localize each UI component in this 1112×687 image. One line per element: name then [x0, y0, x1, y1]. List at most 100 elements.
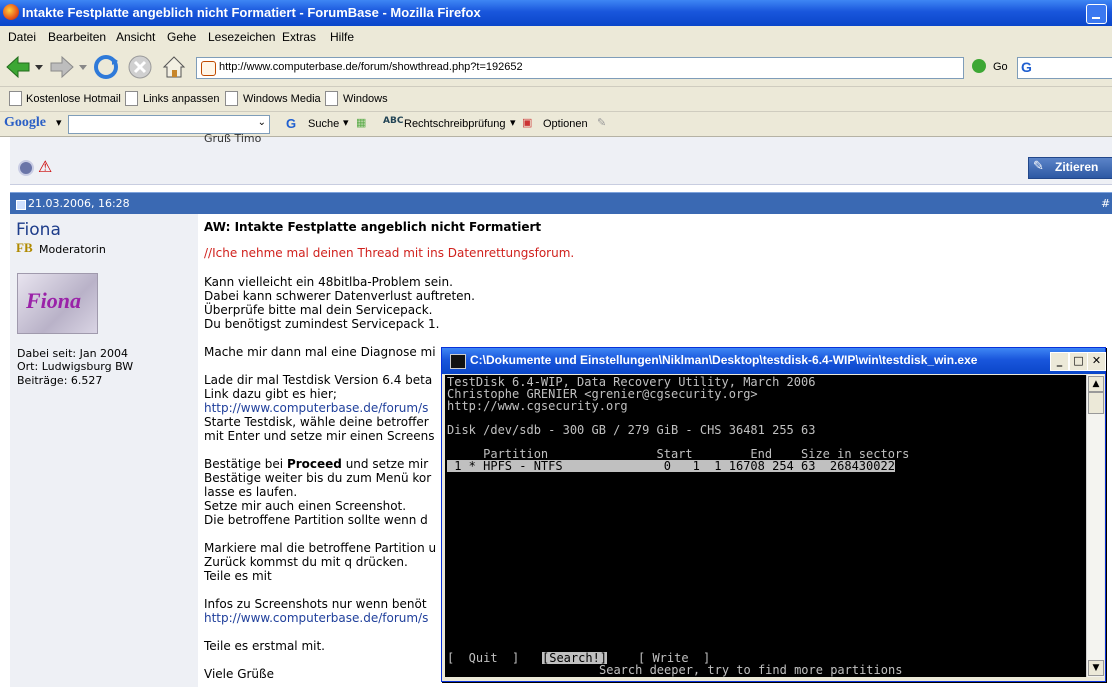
menu-lesezeichen[interactable]: Lesezeichen: [208, 30, 275, 44]
proceed-emphasis: Proceed: [286, 457, 342, 471]
address-bar[interactable]: http://www.computerbase.de/forum/showthr…: [196, 57, 964, 79]
post-line: Zurück kommst du mit q drücken.: [204, 555, 408, 569]
quote-button[interactable]: ✎ Zitieren: [1028, 157, 1112, 179]
menu-extras[interactable]: Extras: [282, 30, 316, 44]
menu-bar: Datei Bearbeiten Ansicht Gehe Lesezeiche…: [0, 26, 1112, 48]
post-line: Link dazu gibt es hier;: [204, 387, 337, 401]
highlighter-icon[interactable]: ✎: [597, 116, 606, 129]
scroll-thumb[interactable]: [1088, 392, 1104, 414]
post-link[interactable]: http://www.computerbase.de/forum/s: [204, 401, 428, 415]
post-line: Bestätige bei Proceed und setze mir: [204, 457, 429, 471]
console-screen[interactable]: TestDisk 6.4-WIP, Data Recovery Utility,…: [445, 375, 1086, 677]
search-menu-option[interactable]: [Search!]: [542, 652, 608, 664]
address-text[interactable]: http://www.computerbase.de/forum/showthr…: [219, 61, 523, 73]
bookmark-page-icon: [125, 91, 138, 106]
minimize-button[interactable]: [1086, 4, 1107, 24]
menu-hint: Search deeper, try to find more partitio…: [599, 663, 903, 677]
spellcheck-dropdown-icon[interactable]: ▾: [510, 116, 516, 129]
bookmark-hotmail[interactable]: Kostenlose Hotmail: [26, 93, 121, 105]
quit-menu-option[interactable]: [ Quit ]: [447, 652, 519, 664]
post-line: Teile es mit: [204, 569, 272, 583]
post-title: AW: Intakte Festplatte angeblich nicht F…: [204, 220, 542, 234]
bookmark-windows[interactable]: Windows: [343, 93, 388, 105]
back-arrow-icon[interactable]: [4, 53, 32, 81]
google-logo[interactable]: Google: [4, 115, 46, 131]
menu-datei[interactable]: Datei: [8, 30, 36, 44]
menu-gehe[interactable]: Gehe: [167, 30, 196, 44]
back-dropdown-icon[interactable]: [35, 63, 43, 71]
reload-icon[interactable]: [92, 53, 120, 81]
spellcheck-icon[interactable]: ABC: [383, 116, 403, 126]
quote-button-label: Zitieren: [1055, 160, 1099, 174]
avatar-text: Fiona: [26, 288, 82, 313]
console-minimize-button[interactable]: _: [1050, 352, 1069, 371]
go-arrow-icon[interactable]: [972, 59, 986, 73]
window-title: Intakte Festplatte angeblich nicht Forma…: [22, 5, 481, 20]
console-close-button[interactable]: ✕: [1087, 352, 1106, 371]
go-button[interactable]: Go: [993, 61, 1008, 73]
navigation-toolbar: http://www.computerbase.de/forum/showthr…: [0, 48, 1112, 87]
scroll-up-arrow-icon[interactable]: ▲: [1088, 376, 1104, 392]
bookmark-page-icon: [325, 91, 338, 106]
google-menu-arrow-icon[interactable]: ▾: [56, 116, 62, 129]
scroll-down-arrow-icon[interactable]: ▼: [1088, 660, 1104, 676]
home-icon[interactable]: [160, 53, 188, 81]
search-box[interactable]: G: [1017, 57, 1112, 79]
console-title: C:\Dokumente und Einstellungen\Niklman\D…: [470, 353, 978, 367]
user-rank: Moderatorin: [39, 243, 106, 256]
post-icon: [16, 200, 26, 210]
post-line: Mache mir dann mal eine Diagnose mi: [204, 345, 436, 359]
firefox-icon: [3, 4, 19, 20]
quote-icon: ✎: [1033, 159, 1044, 174]
google-search-dropdown-icon[interactable]: ⌄: [258, 117, 266, 128]
stop-icon[interactable]: [126, 53, 154, 81]
menu-bearbeiten[interactable]: Bearbeiten: [48, 30, 106, 44]
news-icon[interactable]: ▦: [356, 116, 366, 129]
bookmark-page-icon: [225, 91, 238, 106]
disk-info: Disk /dev/sdb - 300 GB / 279 GiB - CHS 3…: [447, 423, 816, 437]
spellcheck-button[interactable]: Rechtschreibprüfung: [404, 118, 506, 130]
post-line: Du benötigst zumindest Servicepack 1.: [204, 317, 440, 331]
menu-ansicht[interactable]: Ansicht: [116, 30, 155, 44]
bookmark-windows-media[interactable]: Windows Media: [243, 93, 321, 105]
member-since: Dabei seit: Jan 2004: [17, 347, 129, 360]
google-search-icon: G: [1021, 59, 1032, 75]
post-line: lasse es laufen.: [204, 485, 298, 499]
post-line: Bestätige weiter bis du zum Menü kor: [204, 471, 432, 485]
search-dropdown-icon[interactable]: ▾: [343, 116, 349, 129]
post-count: Beiträge: 6.527: [17, 374, 103, 387]
menu-hilfe[interactable]: Hilfe: [330, 30, 354, 44]
post-line: Die betroffene Partition sollte wenn d: [204, 513, 428, 527]
console-line: http://www.cgsecurity.org: [447, 399, 628, 413]
forward-arrow-icon[interactable]: [48, 53, 76, 81]
options-button[interactable]: Optionen: [543, 118, 588, 130]
options-icon[interactable]: ▣: [522, 116, 532, 129]
previous-post-snippet: Gruß Timo: [204, 132, 262, 145]
google-search-icon[interactable]: G: [286, 116, 296, 131]
avatar: Fiona: [17, 273, 98, 334]
post-number-link[interactable]: #: [1101, 197, 1110, 210]
google-search-button[interactable]: Suche: [308, 118, 339, 130]
console-maximize-button[interactable]: □: [1069, 352, 1088, 371]
moderator-badge-icon: FB: [16, 240, 33, 255]
post-line: Kann vielleicht ein 48bitlba-Problem sei…: [204, 275, 453, 289]
post-line: Dabei kann schwerer Datenverlust auftret…: [204, 289, 475, 303]
console-scrollbar[interactable]: ▲ ▼: [1086, 375, 1104, 677]
bookmark-links-anpassen[interactable]: Links anpassen: [143, 93, 219, 105]
partition-row-selected[interactable]: 1 * HPFS - NTFS 0 1 1 16708 254 63 26843…: [447, 460, 895, 472]
post-line: Teile es erstmal mit.: [204, 639, 325, 653]
post-link[interactable]: http://www.computerbase.de/forum/s: [204, 611, 428, 625]
post-line: Starte Testdisk, wähle deine betroffer: [204, 415, 429, 429]
username-link[interactable]: Fiona: [16, 220, 61, 240]
site-favicon: [201, 61, 216, 76]
post-line: Viele Grüße: [204, 667, 274, 681]
post-line: Setze mir auch einen Screenshot.: [204, 499, 407, 513]
post-line: Überprüfe bitte mal dein Servicepack.: [204, 303, 433, 317]
console-icon: [450, 354, 466, 369]
google-toolbar: Google ▾ ⌄ G Suche ▾ ▦ ABC Rechtschreibp…: [0, 112, 1112, 137]
post-line: Markiere mal die betroffene Partition u: [204, 541, 437, 555]
forward-dropdown-icon[interactable]: [79, 63, 87, 71]
post-line: mit Enter und setze mir einen Screens: [204, 429, 435, 443]
report-post-icon[interactable]: ⚠: [38, 157, 52, 176]
post-line: Infos zu Screenshots nur wenn benöt: [204, 597, 427, 611]
